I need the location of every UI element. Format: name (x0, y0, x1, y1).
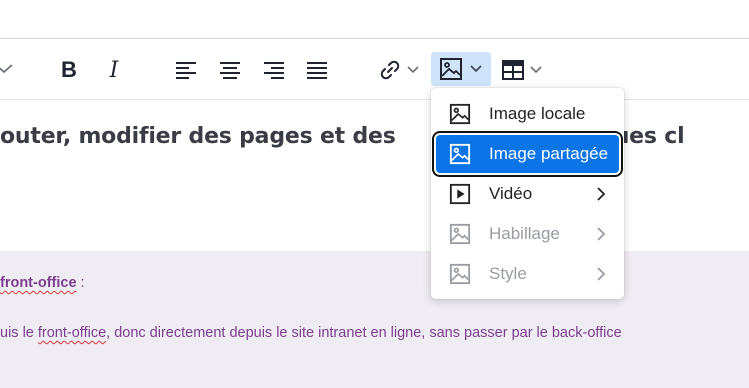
line-suffix: , donc directement depuis le site intran… (106, 325, 622, 341)
align-center-icon (220, 62, 240, 79)
image-icon (449, 263, 471, 285)
paragraph-line: front-office : (0, 275, 85, 291)
content-highlight-band (0, 251, 749, 388)
editor-toolbar: B I (0, 39, 749, 100)
menu-item-label: Habillage (489, 224, 560, 243)
bold-button[interactable]: B (54, 55, 84, 85)
table-button[interactable] (497, 55, 547, 85)
align-right-button[interactable] (261, 57, 287, 83)
menu-item-style: Style (436, 255, 619, 293)
line-suffix: : (76, 275, 85, 291)
table-icon (502, 60, 524, 80)
align-justify-button[interactable] (304, 57, 330, 83)
link-button[interactable] (374, 55, 424, 85)
menu-item-image-partagee[interactable]: Image partagée (436, 135, 619, 173)
menu-item-video[interactable]: Vidéo (436, 175, 619, 213)
menu-item-image-locale[interactable]: Image locale (436, 95, 619, 133)
video-play-icon (449, 183, 471, 205)
chevron-right-icon (597, 267, 606, 281)
front-office-term: front-office (0, 275, 77, 291)
align-left-icon (176, 62, 196, 79)
menu-item-habillage: Habillage (436, 215, 619, 253)
italic-button[interactable]: I (99, 55, 129, 85)
chevron-right-icon (597, 227, 606, 241)
image-icon (449, 103, 471, 125)
chevron-down-icon (530, 66, 542, 74)
chevron-right-icon (597, 187, 606, 201)
align-justify-icon (307, 62, 327, 79)
menu-item-label: Image partagée (489, 144, 609, 163)
menu-item-label: Style (489, 264, 527, 283)
image-icon (449, 143, 471, 165)
chevron-down-icon (407, 66, 419, 74)
align-right-icon (264, 62, 284, 79)
chevron-down-icon (470, 65, 482, 73)
chevron-down-icon[interactable] (0, 61, 14, 77)
link-icon (380, 60, 400, 80)
image-icon (449, 223, 471, 245)
menu-item-label: Image locale (489, 104, 586, 123)
front-office-term: front-office (37, 325, 107, 341)
line-prefix: uis le (0, 325, 38, 341)
image-icon (440, 58, 462, 80)
align-left-button[interactable] (173, 57, 199, 83)
menu-item-label: Vidéo (489, 184, 533, 203)
image-dropdown-menu: Image locale Image partagée Vidéo Habill… (431, 88, 624, 299)
image-button[interactable] (431, 52, 491, 86)
align-center-button[interactable] (217, 57, 243, 83)
paragraph-line: uis le front-office, donc directement de… (0, 325, 622, 341)
heading-text: outer, modifier des pages et des (0, 124, 396, 149)
